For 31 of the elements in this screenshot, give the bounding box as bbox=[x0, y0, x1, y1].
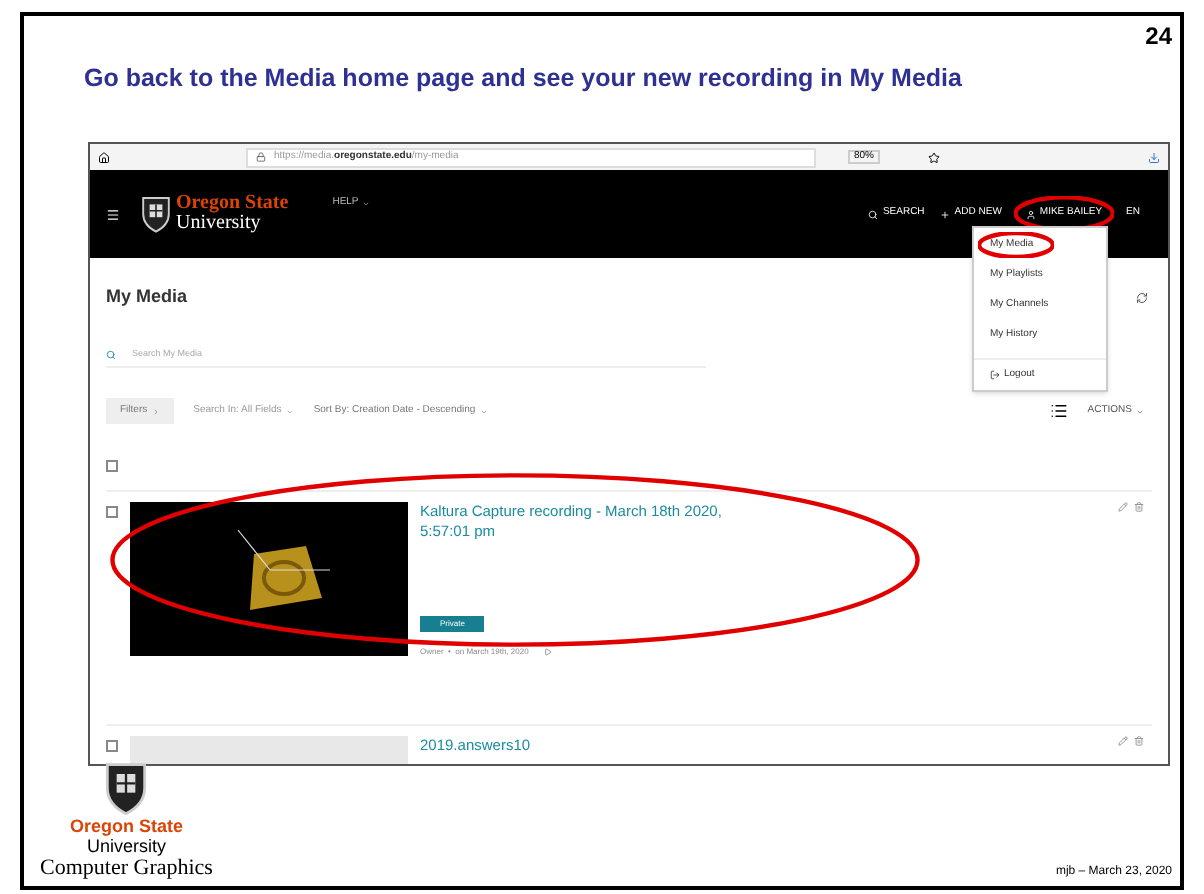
shield-logo-icon bbox=[102, 760, 151, 816]
entry-checkbox[interactable] bbox=[106, 740, 118, 752]
slide-title: Go back to the Media home page and see your new recording in My Media bbox=[84, 64, 962, 92]
menu-icon[interactable] bbox=[106, 207, 120, 221]
entry-checkbox[interactable] bbox=[106, 506, 118, 518]
download-icon[interactable] bbox=[1148, 151, 1160, 163]
page-title: My Media bbox=[106, 286, 188, 308]
logo-text: University bbox=[176, 214, 263, 234]
footer-logo-text: Oregon State bbox=[69, 816, 183, 836]
star-icon[interactable] bbox=[928, 151, 941, 163]
lock-icon bbox=[256, 152, 266, 162]
video-thumbnail[interactable] bbox=[130, 502, 408, 656]
logo-text: Oregon State bbox=[176, 194, 289, 214]
list-view-icon[interactable] bbox=[1049, 402, 1068, 420]
page-number: 24 bbox=[1145, 24, 1172, 48]
plus-icon bbox=[940, 209, 951, 219]
edit-icon[interactable] bbox=[1118, 736, 1128, 746]
home-icon[interactable] bbox=[98, 151, 110, 163]
search-icon bbox=[106, 350, 116, 360]
logout-icon bbox=[990, 369, 1000, 379]
select-all-checkbox[interactable] bbox=[106, 460, 118, 472]
refresh-icon[interactable] bbox=[1136, 291, 1148, 303]
delete-icon[interactable] bbox=[1134, 502, 1144, 512]
footer-logo-text: University bbox=[86, 836, 166, 856]
person-icon bbox=[1025, 209, 1036, 219]
delete-icon[interactable] bbox=[1134, 736, 1144, 746]
shield-logo-icon bbox=[140, 194, 172, 234]
search-icon bbox=[868, 209, 879, 219]
play-icon bbox=[544, 648, 553, 656]
footer-caption: Computer Graphics bbox=[40, 856, 213, 882]
edit-icon[interactable] bbox=[1118, 502, 1128, 512]
